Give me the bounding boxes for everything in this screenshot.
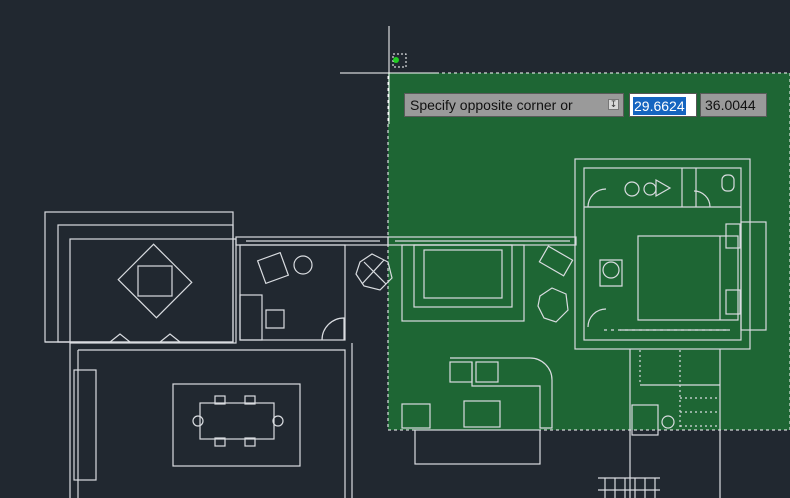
x-coordinate-input[interactable]: 29.6624: [629, 93, 697, 117]
command-prompt-tooltip: Specify opposite corner or ↧: [404, 93, 624, 117]
crossing-selection-window: [387, 72, 790, 431]
x-coordinate-value: 29.6624: [633, 97, 686, 115]
down-arrow-icon[interactable]: ↧: [608, 99, 619, 110]
prompt-text: Specify opposite corner or: [410, 97, 573, 113]
drawing-canvas[interactable]: [0, 0, 790, 498]
living-room-upper: [44, 211, 237, 344]
y-coordinate-input[interactable]: 36.0044: [700, 93, 767, 117]
grip-point-icon[interactable]: [392, 53, 407, 68]
dining-room: [69, 343, 353, 498]
wall-strip: [235, 236, 393, 341]
y-coordinate-value: 36.0044: [705, 97, 756, 113]
